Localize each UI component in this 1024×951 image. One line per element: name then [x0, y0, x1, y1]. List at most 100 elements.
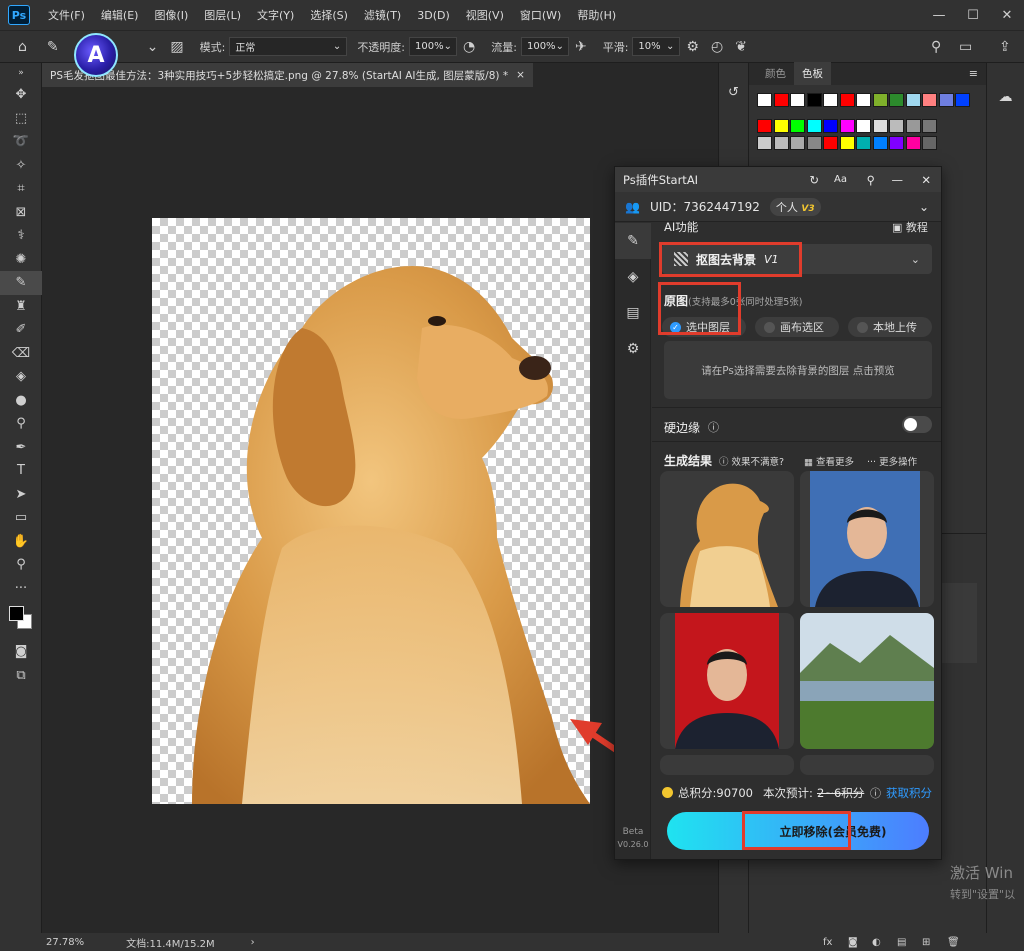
trash-icon[interactable]: 🗑 — [947, 937, 960, 948]
eyedropper-tool-icon[interactable]: ⚕ — [0, 224, 42, 248]
swatch[interactable] — [823, 136, 838, 150]
view-more-link[interactable]: ▦ 查看更多 — [804, 454, 854, 468]
folder-icon[interactable]: ▤ — [897, 937, 906, 948]
minimize-icon[interactable]: — — [892, 173, 904, 187]
layers-icon[interactable]: ◈ — [615, 259, 651, 295]
swatch[interactable] — [757, 119, 772, 133]
swatch[interactable] — [905, 93, 921, 107]
smooth-select[interactable]: 10% ⌄ — [632, 37, 681, 56]
swatch[interactable] — [773, 93, 789, 107]
startai-logo-icon[interactable]: A — [74, 33, 118, 77]
info-icon[interactable]: ⓘ — [708, 419, 719, 435]
result-thumb-landscape[interactable] — [800, 613, 934, 749]
rectangle-tool-icon[interactable]: ▭ — [0, 506, 42, 530]
tab-color[interactable]: 颜色 — [757, 62, 794, 85]
swatch[interactable] — [872, 93, 888, 107]
mask-icon[interactable]: ◙ — [848, 937, 858, 948]
swatch[interactable] — [823, 119, 838, 133]
crop-tool-icon[interactable]: ⌗ — [0, 177, 42, 201]
swatch[interactable] — [790, 93, 805, 107]
swatch[interactable] — [806, 119, 822, 133]
swatch[interactable] — [905, 119, 921, 133]
swatch[interactable] — [757, 136, 772, 150]
mode-select[interactable]: 正常 ⌄ — [229, 37, 348, 56]
swatch[interactable] — [905, 136, 921, 150]
opacity-select[interactable]: 100% ⌄ — [409, 37, 458, 56]
swatch[interactable] — [790, 119, 805, 133]
close-icon[interactable]: ✕ — [990, 0, 1024, 30]
edit-icon[interactable]: ✎ — [615, 223, 651, 259]
adjustment-icon[interactable]: ◐ — [872, 937, 881, 948]
maximize-icon[interactable]: ☐ — [956, 0, 990, 30]
paint-bucket-tool-icon[interactable]: ◈ — [0, 365, 42, 389]
menu-filter[interactable]: 滤镜(T) — [356, 7, 409, 23]
menu-image[interactable]: 图像(I) — [146, 7, 196, 23]
swatch[interactable] — [856, 93, 871, 107]
result-thumb-partial-2[interactable] — [800, 755, 934, 775]
close-icon[interactable]: ✕ — [921, 173, 931, 187]
stamp-tool-icon[interactable]: ♜ — [0, 295, 42, 319]
unsatisfied-link[interactable]: ⓘ 效果不满意? — [719, 454, 784, 468]
swatch[interactable] — [790, 136, 805, 150]
text-size-icon[interactable]: Aa — [834, 174, 847, 185]
close-tab-icon[interactable]: × — [516, 69, 525, 81]
hand-tool-icon[interactable]: ✋ — [0, 530, 42, 554]
hard-edge-toggle[interactable] — [902, 416, 932, 433]
eraser-tool-icon[interactable]: ⌫ — [0, 342, 42, 366]
get-points-link[interactable]: 获取积分 — [886, 785, 932, 801]
menu-select[interactable]: 选择(S) — [302, 7, 356, 23]
option-canvas-selection[interactable]: 画布选区 — [755, 317, 839, 337]
pin-icon[interactable]: ⚲ — [867, 173, 875, 187]
swatch[interactable] — [839, 119, 855, 133]
home-icon[interactable]: ⌂ — [18, 39, 27, 55]
preview-dropzone[interactable]: 请在Ps选择需要去除背景的图层 点击预览 — [664, 341, 932, 399]
quick-select-tool-icon[interactable]: ✧ — [0, 154, 42, 178]
swatch[interactable] — [839, 136, 855, 150]
swatch[interactable] — [839, 93, 855, 107]
menu-file[interactable]: 文件(F) — [40, 7, 93, 23]
swatch[interactable] — [806, 93, 822, 107]
swatch[interactable] — [806, 136, 822, 150]
brush-preset-icon[interactable]: ✎ — [47, 39, 59, 55]
result-thumb-dog[interactable] — [660, 471, 794, 607]
gear-icon[interactable]: ⚙ — [686, 39, 699, 55]
frame-tool-icon[interactable]: ⊠ — [0, 201, 42, 225]
menu-layer[interactable]: 图层(L) — [196, 7, 249, 23]
dodge-tool-icon[interactable]: ⚲ — [0, 412, 42, 436]
swatch[interactable] — [757, 93, 772, 107]
zoom-tool-icon[interactable]: ⚲ — [0, 553, 42, 577]
menu-edit[interactable]: 编辑(E) — [93, 7, 147, 23]
swatch[interactable] — [872, 136, 888, 150]
fx-icon[interactable]: fx — [823, 937, 832, 948]
result-thumb-man-red[interactable] — [660, 613, 794, 749]
creative-cloud-icon[interactable]: ☁ — [987, 89, 1024, 105]
result-thumb-partial-1[interactable] — [660, 755, 794, 775]
menu-view[interactable]: 视图(V) — [458, 7, 512, 23]
history-icon[interactable]: ↺ — [719, 85, 748, 100]
swatch[interactable] — [856, 119, 871, 133]
brush-tool-icon[interactable]: ✎ — [0, 271, 42, 295]
brush-settings-icon[interactable]: ▨ — [170, 39, 183, 55]
symmetry-icon[interactable]: ❦ — [735, 39, 747, 55]
chevron-down-icon[interactable]: ⌄ — [147, 39, 159, 55]
angle-icon[interactable]: ◴ — [711, 39, 723, 55]
quick-mask-icon[interactable]: ◙ — [0, 640, 42, 664]
type-tool-icon[interactable]: T — [0, 459, 42, 483]
expand-icon[interactable]: › — [251, 937, 255, 948]
swatch[interactable] — [823, 93, 838, 107]
tutorial-link[interactable]: ▣ 教程 — [892, 219, 928, 235]
document-canvas[interactable] — [152, 218, 590, 804]
result-thumb-man-blue[interactable] — [800, 471, 934, 607]
option-local-upload[interactable]: 本地上传 — [848, 317, 932, 337]
more-ops-link[interactable]: ··· 更多操作 — [867, 454, 917, 468]
zoom-level[interactable]: 27.78% — [46, 937, 84, 948]
clipboard-icon[interactable]: ▤ — [615, 295, 651, 331]
chevron-down-icon[interactable]: ⌄ — [919, 200, 929, 214]
document-info[interactable]: 文档:11.4M/15.2M — [126, 935, 215, 950]
menu-help[interactable]: 帮助(H) — [569, 7, 624, 23]
gear-icon[interactable]: ⚙ — [615, 331, 651, 367]
swatch[interactable] — [856, 136, 871, 150]
swatch[interactable] — [889, 93, 904, 107]
collapse-icon[interactable]: » — [0, 63, 42, 83]
more-tools-icon[interactable]: ··· — [0, 577, 42, 601]
